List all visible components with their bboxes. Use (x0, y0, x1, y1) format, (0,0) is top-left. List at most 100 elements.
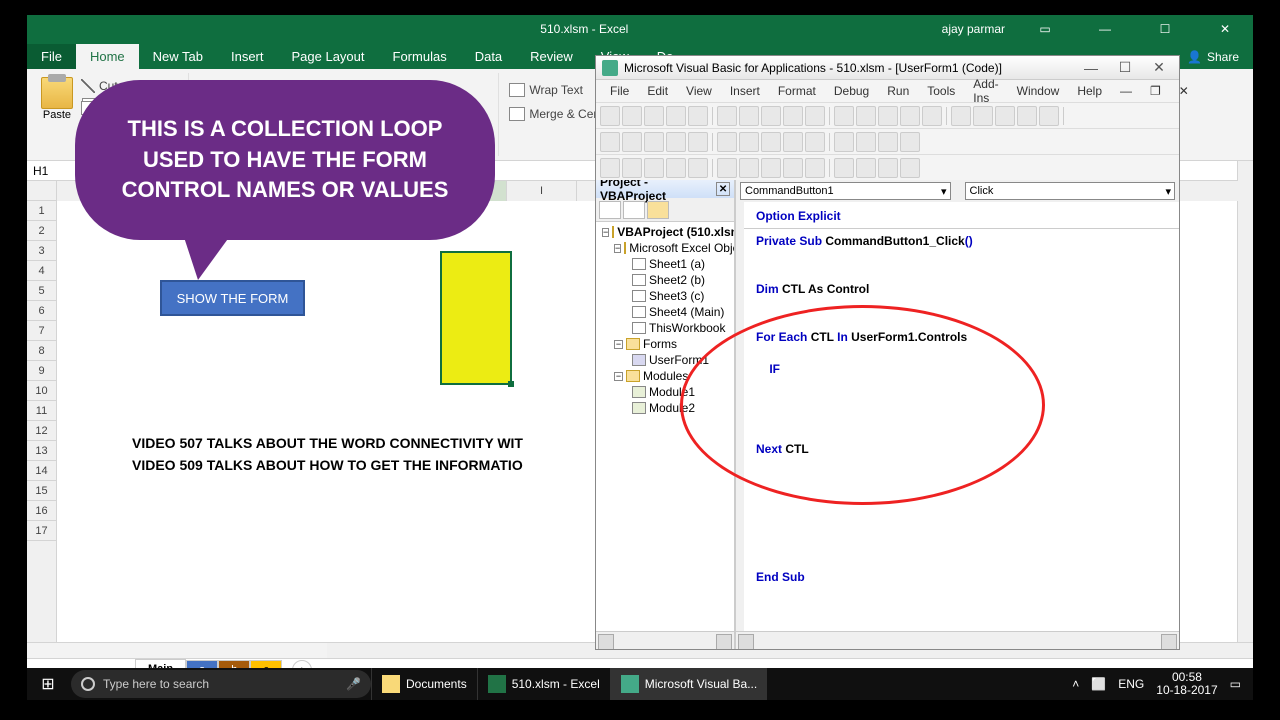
rowhead-11[interactable]: 11 (27, 401, 56, 421)
vbe-window[interactable]: Microsoft Visual Basic for Applications … (595, 55, 1180, 650)
toolbar-icon[interactable] (834, 132, 854, 152)
menu-tools[interactable]: Tools (919, 82, 963, 100)
vbe-close-icon[interactable]: ✕ (1145, 58, 1173, 78)
rowhead-2[interactable]: 2 (27, 221, 56, 241)
rowhead-5[interactable]: 5 (27, 281, 56, 301)
project-explorer[interactable]: Project - VBAProject ✕ −VBAProject (510.… (596, 180, 736, 649)
toolbar-icon[interactable] (600, 106, 620, 126)
menu-edit[interactable]: Edit (639, 82, 676, 100)
proj-folder-icon[interactable] (647, 201, 669, 219)
rowhead-6[interactable]: 6 (27, 301, 56, 321)
menu-debug[interactable]: Debug (826, 82, 877, 100)
toolbar-icon[interactable] (856, 132, 876, 152)
toolbar-icon[interactable] (622, 158, 642, 178)
tree-sheet4[interactable]: Sheet4 (Main) (598, 304, 732, 320)
start-button[interactable]: ⊞ (27, 668, 69, 700)
toolbar-icon[interactable] (1039, 106, 1059, 126)
toolbar-icon[interactable] (717, 158, 737, 178)
toolbar-icon[interactable] (856, 158, 876, 178)
tree-sheet1[interactable]: Sheet1 (a) (598, 256, 732, 272)
toolbar-icon[interactable] (644, 106, 664, 126)
toolbar-icon[interactable] (666, 132, 686, 152)
toolbar-icon[interactable] (856, 106, 876, 126)
vbe-maximize-icon[interactable]: ☐ (1111, 58, 1139, 78)
menu-insert[interactable]: Insert (722, 82, 768, 100)
rowhead-13[interactable]: 13 (27, 441, 56, 461)
tray-clock[interactable]: 00:58 10-18-2017 (1156, 671, 1217, 697)
rowhead-3[interactable]: 3 (27, 241, 56, 261)
tray-notifications-icon[interactable]: ▭ (1230, 677, 1241, 691)
share-button[interactable]: 👤Share (1173, 45, 1253, 69)
vbe-minimize-icon[interactable]: — (1077, 58, 1105, 78)
code-editor[interactable]: Option Explicit Private Sub CommandButto… (736, 202, 1179, 631)
procedure-dropdown[interactable]: Click (965, 182, 1176, 200)
toolbar-icon[interactable] (666, 158, 686, 178)
tab-review[interactable]: Review (516, 44, 587, 69)
rowhead-15[interactable]: 15 (27, 481, 56, 501)
tray-chevron-icon[interactable]: ˄ (1072, 677, 1079, 691)
tab-newtab[interactable]: New Tab (139, 44, 217, 69)
selected-shape[interactable] (440, 251, 512, 385)
toolbar-icon[interactable] (973, 106, 993, 126)
rowhead-1[interactable]: 1 (27, 201, 56, 221)
toolbar-icon[interactable] (739, 132, 759, 152)
tree-module1[interactable]: Module1 (598, 384, 732, 400)
toolbar-icon[interactable] (761, 106, 781, 126)
toolbar-icon[interactable] (739, 106, 759, 126)
rowhead-7[interactable]: 7 (27, 321, 56, 341)
tab-formulas[interactable]: Formulas (379, 44, 461, 69)
paste-button[interactable]: Paste (37, 73, 77, 139)
maximize-icon[interactable]: ☐ (1145, 15, 1185, 43)
taskbar-search[interactable]: Type here to search 🎤 (71, 670, 371, 698)
toolbar-icon[interactable] (761, 158, 781, 178)
toolbar-icon[interactable] (622, 132, 642, 152)
close-icon[interactable]: ✕ (1205, 15, 1245, 43)
toolbar-icon[interactable] (688, 106, 708, 126)
toolbar-icon[interactable] (805, 132, 825, 152)
tab-data[interactable]: Data (461, 44, 516, 69)
tray-network-icon[interactable]: ⬜ (1091, 677, 1106, 691)
menu-view[interactable]: View (678, 82, 720, 100)
mdi-restore-icon[interactable]: ❐ (1142, 81, 1169, 101)
formula-expand[interactable] (1237, 161, 1253, 181)
toolbar-icon[interactable] (878, 106, 898, 126)
code-hscroll[interactable] (736, 631, 1179, 649)
toolbar-icon[interactable] (622, 106, 642, 126)
rowhead-10[interactable]: 10 (27, 381, 56, 401)
toolbar-icon[interactable] (688, 132, 708, 152)
toolbar-icon[interactable] (739, 158, 759, 178)
toolbar-icon[interactable] (688, 158, 708, 178)
tab-pagelayout[interactable]: Page Layout (278, 44, 379, 69)
toolbar-icon[interactable] (783, 106, 803, 126)
object-dropdown[interactable]: CommandButton1 (740, 182, 951, 200)
menu-run[interactable]: Run (879, 82, 917, 100)
toolbar-icon[interactable] (1017, 106, 1037, 126)
toolbar-icon[interactable] (644, 158, 664, 178)
tree-userform1[interactable]: UserForm1 (598, 352, 732, 368)
menu-format[interactable]: Format (770, 82, 824, 100)
taskbar-documents[interactable]: Documents (371, 668, 477, 700)
tab-file[interactable]: File (27, 44, 76, 69)
toolbar-icon[interactable] (834, 158, 854, 178)
tree-sheet2[interactable]: Sheet2 (b) (598, 272, 732, 288)
tab-insert[interactable]: Insert (217, 44, 278, 69)
rowhead-17[interactable]: 17 (27, 521, 56, 541)
toolbar-icon[interactable] (834, 106, 854, 126)
colhead-i[interactable]: I (507, 181, 577, 201)
ribbon-options-icon[interactable]: ▭ (1025, 15, 1065, 43)
menu-window[interactable]: Window (1009, 82, 1068, 100)
toolbar-icon[interactable] (951, 106, 971, 126)
rowhead-4[interactable]: 4 (27, 261, 56, 281)
proj-hscroll[interactable] (596, 631, 734, 649)
tree-thisworkbook[interactable]: ThisWorkbook (598, 320, 732, 336)
rowhead-9[interactable]: 9 (27, 361, 56, 381)
vertical-scrollbar[interactable] (1237, 181, 1253, 642)
taskbar-vbe[interactable]: Microsoft Visual Ba... (610, 668, 768, 700)
toolbar-icon[interactable] (600, 132, 620, 152)
code-window[interactable]: CommandButton1 Click Option Explicit Pri… (736, 180, 1179, 649)
toolbar-icon[interactable] (900, 158, 920, 178)
toolbar-icon[interactable] (805, 106, 825, 126)
proj-view-code-icon[interactable] (599, 201, 621, 219)
toolbar-icon[interactable] (717, 132, 737, 152)
toolbar-icon[interactable] (783, 158, 803, 178)
